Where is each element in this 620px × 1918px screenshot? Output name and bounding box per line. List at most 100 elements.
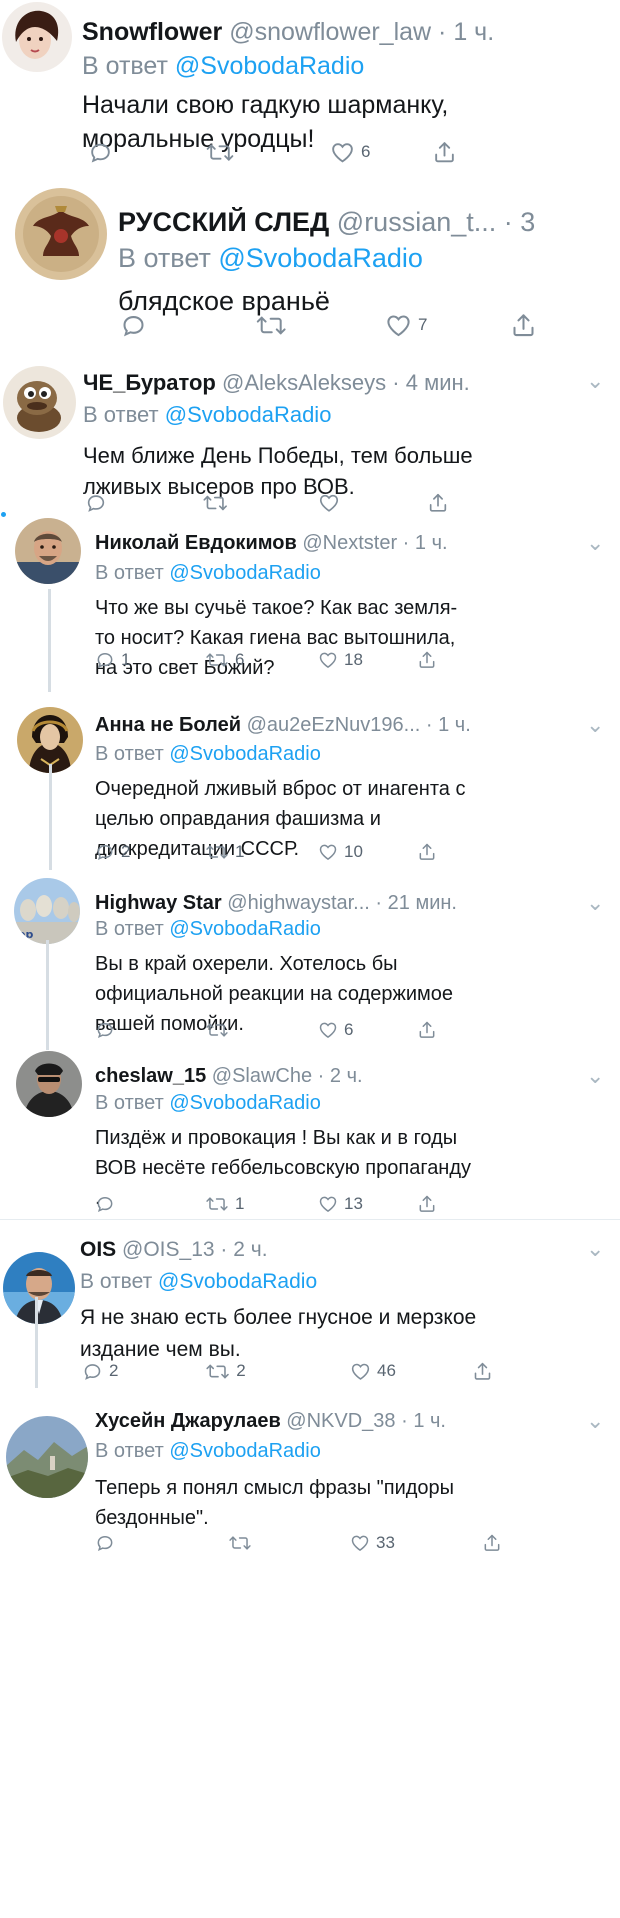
reply-to-handle[interactable]: @SvobodaRadio	[169, 562, 321, 584]
display-name[interactable]: Snowflower	[82, 18, 222, 46]
retweet-button[interactable]	[202, 488, 234, 518]
like-button[interactable]: 7	[385, 310, 427, 340]
tweet-actions: 6	[0, 137, 620, 167]
share-button[interactable]	[510, 310, 537, 340]
reply-to-handle[interactable]: @SvobodaRadio	[169, 918, 321, 940]
reply-to-handle[interactable]: @SvobodaRadio	[218, 243, 423, 273]
retweet-button[interactable]	[255, 310, 293, 340]
avatar[interactable]	[16, 1051, 82, 1117]
timestamp[interactable]: · 1 ч.	[401, 1410, 446, 1432]
timestamp[interactable]: · 2 ч.	[318, 1065, 363, 1087]
avatar[interactable]	[3, 366, 76, 439]
like-button[interactable]: 6	[330, 137, 370, 167]
tweet-actions: 2 2 46	[0, 1356, 620, 1386]
avatar[interactable]	[15, 188, 107, 280]
user-handle[interactable]: @AleksAlekseys	[222, 370, 386, 395]
reply-button[interactable]	[95, 1189, 121, 1219]
reply-button[interactable]	[88, 137, 119, 167]
avatar[interactable]	[6, 1416, 88, 1498]
tweet-actions	[0, 488, 620, 518]
share-button[interactable]	[472, 1356, 493, 1386]
user-handle[interactable]: @snowflower_law	[229, 18, 431, 46]
retweet-count: 6	[235, 650, 245, 669]
retweet-button[interactable]: 1	[205, 837, 244, 867]
share-button[interactable]	[482, 1528, 502, 1558]
retweet-button[interactable]: 1	[205, 1189, 244, 1219]
timestamp[interactable]: · 21 мин.	[375, 892, 457, 914]
retweet-icon	[205, 1361, 230, 1382]
display-name[interactable]: Николай Евдокимов	[95, 532, 297, 554]
retweet-button[interactable]	[205, 137, 241, 167]
share-button[interactable]	[417, 1015, 437, 1045]
reply-button[interactable]: 2	[95, 837, 130, 867]
reply-to-handle[interactable]: @SvobodaRadio	[169, 1440, 321, 1462]
reply-to-handle[interactable]: @SvobodaRadio	[165, 402, 332, 427]
share-button[interactable]	[417, 1189, 437, 1219]
retweet-icon	[228, 1533, 252, 1553]
display-name[interactable]: Анна не Болей	[95, 714, 241, 736]
like-button[interactable]: 10	[318, 837, 363, 867]
timestamp[interactable]: · 3	[504, 207, 536, 237]
user-handle[interactable]: @Nextster	[302, 532, 397, 554]
user-handle[interactable]: @au2eEzNuv196...	[247, 714, 421, 736]
chevron-down-icon[interactable]: ⌄	[586, 890, 604, 916]
chevron-down-icon[interactable]: ⌄	[586, 530, 604, 556]
display-name[interactable]: OIS	[80, 1238, 116, 1261]
reply-icon	[95, 1020, 115, 1040]
reply-button[interactable]: 1	[95, 645, 130, 675]
chevron-down-icon[interactable]: ⌄	[586, 1408, 604, 1434]
reply-button[interactable]	[85, 488, 113, 518]
avatar[interactable]	[15, 518, 81, 584]
like-count: 33	[376, 1533, 395, 1552]
like-button[interactable]: 6	[318, 1015, 353, 1045]
like-button[interactable]: 46	[350, 1356, 396, 1386]
reply-to-handle[interactable]: @SvobodaRadio	[169, 1092, 321, 1114]
share-button[interactable]	[432, 137, 457, 167]
reply-to-handle[interactable]: @SvobodaRadio	[175, 52, 364, 80]
chevron-down-icon[interactable]: ⌄	[586, 368, 604, 394]
user-handle[interactable]: @russian_t...	[337, 207, 496, 237]
user-handle[interactable]: @highwaystar...	[227, 892, 370, 914]
timestamp[interactable]: · 2 ч.	[220, 1238, 267, 1261]
reply-button[interactable]: 2	[82, 1356, 118, 1386]
retweet-icon	[205, 140, 235, 165]
user-handle[interactable]: @SlawChe	[212, 1065, 312, 1087]
retweet-icon	[205, 1194, 229, 1214]
like-button[interactable]: 33	[350, 1528, 395, 1558]
display-name[interactable]: cheslaw_15	[95, 1065, 206, 1087]
retweet-button[interactable]	[205, 1015, 235, 1045]
share-button[interactable]	[427, 488, 449, 518]
user-handle[interactable]: @OIS_13	[122, 1238, 215, 1261]
chevron-down-icon[interactable]: ⌄	[586, 1063, 604, 1089]
chevron-down-icon[interactable]: ⌄	[586, 712, 604, 738]
display-name[interactable]: РУССКИЙ СЛЕД	[118, 207, 329, 237]
reply-button[interactable]	[95, 1528, 121, 1558]
avatar[interactable]	[2, 2, 72, 72]
display-name[interactable]: Хусейн Джарулаев	[95, 1410, 281, 1432]
retweet-button[interactable]: 2	[205, 1356, 246, 1386]
timestamp[interactable]: · 1 ч.	[438, 18, 494, 46]
retweet-button[interactable]: 6	[205, 645, 244, 675]
retweet-button[interactable]	[228, 1528, 258, 1558]
retweet-count: 1	[235, 842, 245, 861]
share-button[interactable]	[417, 837, 437, 867]
display-name[interactable]: ЧЕ_Буратор	[83, 370, 216, 395]
reply-to-handle[interactable]: @SvobodaRadio	[169, 743, 321, 765]
like-button[interactable]	[318, 488, 346, 518]
reply-button[interactable]	[95, 1015, 121, 1045]
share-icon	[427, 492, 449, 514]
reply-button[interactable]	[120, 310, 153, 340]
display-name[interactable]: Highway Star	[95, 892, 222, 914]
share-button[interactable]	[417, 645, 437, 675]
timestamp[interactable]: · 1 ч.	[426, 714, 471, 736]
reply-to-handle[interactable]: @SvobodaRadio	[158, 1270, 317, 1293]
timestamp[interactable]: · 4 мин.	[392, 370, 469, 395]
avatar[interactable]	[3, 1252, 75, 1324]
reply-icon	[85, 492, 107, 514]
avatar[interactable]: ep	[14, 878, 80, 944]
like-button[interactable]: 13	[318, 1189, 363, 1219]
timestamp[interactable]: · 1 ч.	[403, 532, 448, 554]
like-button[interactable]: 18	[318, 645, 363, 675]
chevron-down-icon[interactable]: ⌄	[586, 1236, 604, 1262]
user-handle[interactable]: @NKVD_38	[286, 1410, 395, 1432]
